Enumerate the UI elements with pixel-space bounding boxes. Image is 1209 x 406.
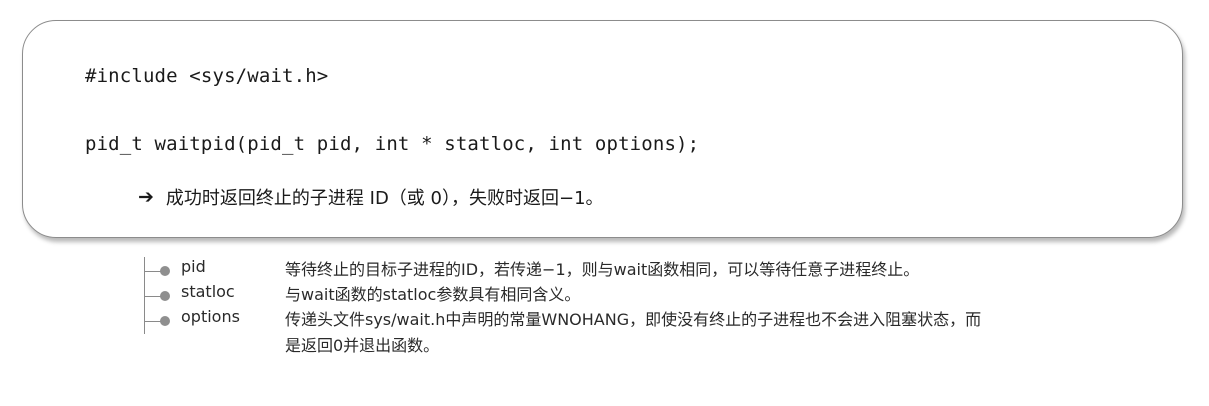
bullet-icon [160, 291, 170, 301]
bullet-icon [160, 266, 170, 276]
parameter-description: 等待终止的目标子进程的ID，若传递−1，则与wait函数相同，可以等待任意子进程… [285, 260, 920, 279]
parameter-name: statloc [181, 282, 235, 301]
code-box: #include <sys/wait.h> pid_t waitpid(pid_… [22, 20, 1183, 238]
arrow-right-icon: ➔ [138, 186, 154, 208]
bullet-icon [160, 316, 170, 326]
return-value-note: ➔ 成功时返回终止的子进程 ID（或 0），失败时返回−1。 [138, 184, 604, 210]
parameter-description: 与wait函数的statloc参数具有相同含义。 [285, 285, 581, 304]
parameter-name: options [181, 307, 240, 326]
return-value-text: 成功时返回终止的子进程 ID（或 0），失败时返回−1。 [165, 188, 604, 209]
parameter-description: 传递头文件sys/wait.h中声明的常量WNOHANG，即使没有终止的子进程也… [285, 310, 982, 355]
parameter-name: pid [181, 257, 206, 276]
function-signature: pid_t waitpid(pid_t pid, int * statloc, … [85, 133, 700, 155]
include-line: #include <sys/wait.h> [85, 65, 329, 87]
